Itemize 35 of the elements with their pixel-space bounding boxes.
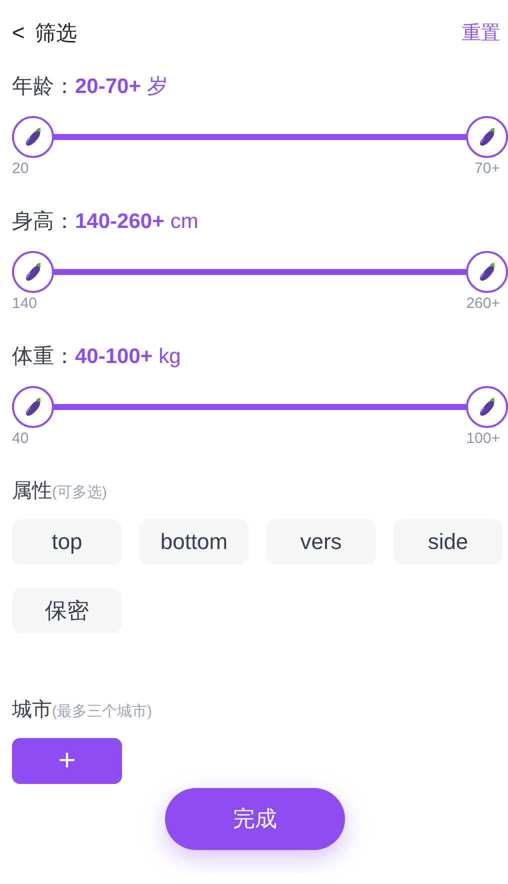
range-unit: cm bbox=[170, 210, 198, 234]
reset-button[interactable]: 重置 bbox=[462, 20, 500, 46]
range-unit: 岁 bbox=[146, 74, 168, 100]
slider-thumb[interactable] bbox=[466, 386, 508, 428]
back-button[interactable]: < bbox=[12, 20, 25, 46]
done-button[interactable]: 完成 bbox=[165, 788, 345, 850]
section-title: 属性 bbox=[12, 479, 52, 504]
slider-thumb[interactable] bbox=[12, 386, 54, 428]
slider-thumb[interactable] bbox=[466, 251, 508, 293]
slider-thumb[interactable] bbox=[12, 116, 54, 158]
attribute-chip[interactable]: side bbox=[393, 519, 503, 565]
add-city-button[interactable]: + bbox=[12, 738, 122, 784]
range-label: 体重： bbox=[12, 344, 75, 370]
section-title: 城市 bbox=[12, 698, 52, 723]
attribute-chip[interactable]: vers bbox=[266, 519, 376, 565]
range-min-label: 140 bbox=[12, 295, 38, 312]
attribute-chip[interactable]: bottom bbox=[139, 519, 249, 565]
range-min-label: 20 bbox=[12, 160, 29, 177]
range-min-label: 40 bbox=[12, 430, 29, 447]
range-max-label: 100+ bbox=[466, 430, 500, 447]
range-value: 20-70+ bbox=[75, 75, 141, 99]
range-value: 140-260+ bbox=[75, 210, 164, 234]
slider-thumb[interactable] bbox=[466, 116, 508, 158]
range-value: 40-100+ bbox=[75, 345, 153, 369]
slider-thumb[interactable] bbox=[12, 251, 54, 293]
section-hint: (最多三个城市) bbox=[52, 702, 152, 721]
range-unit: kg bbox=[158, 345, 181, 369]
page-title: 筛选 bbox=[34, 21, 77, 47]
attribute-chip[interactable]: 保密 bbox=[12, 588, 122, 634]
attribute-chip[interactable]: top bbox=[12, 519, 122, 565]
range-label: 身高： bbox=[12, 209, 75, 235]
section-hint: (可多选) bbox=[52, 483, 107, 502]
range-max-label: 70+ bbox=[474, 160, 500, 177]
range-label: 年龄： bbox=[12, 74, 75, 100]
range-max-label: 260+ bbox=[466, 295, 500, 312]
